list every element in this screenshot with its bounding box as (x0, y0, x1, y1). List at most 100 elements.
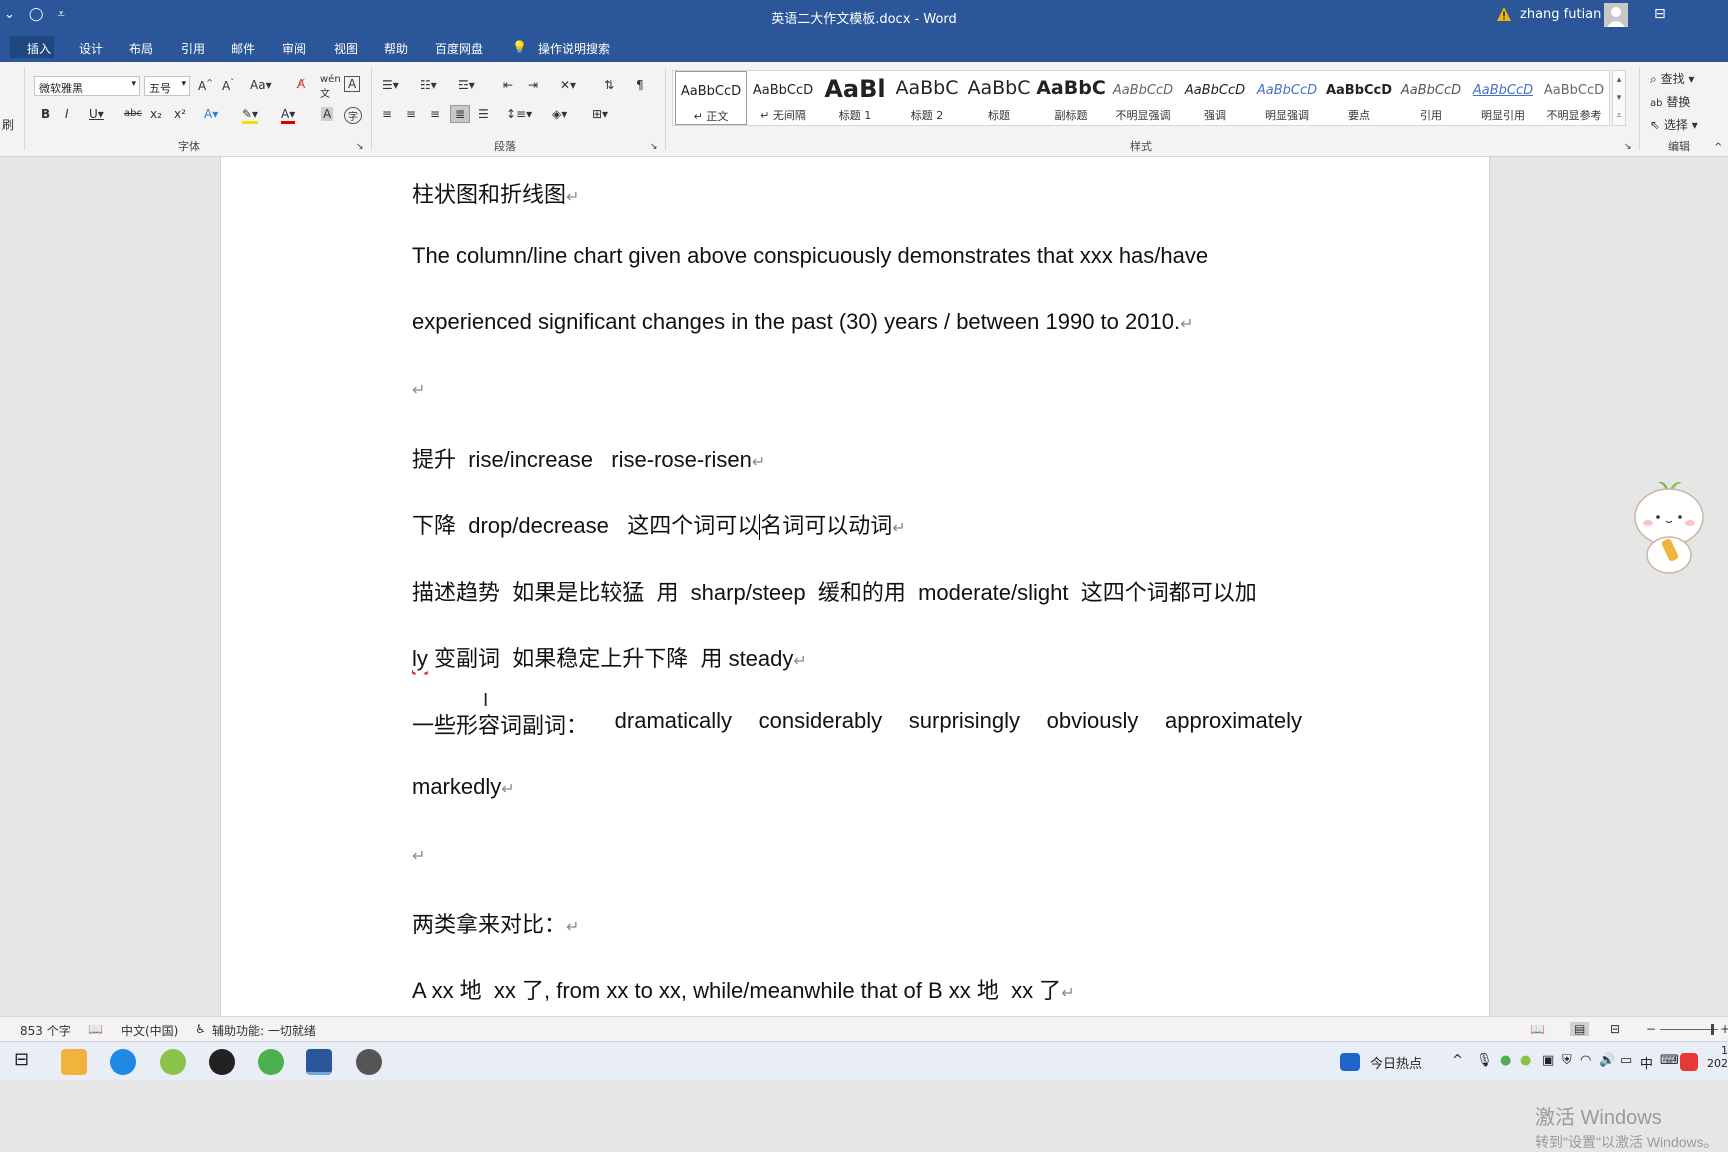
tray-app-icon[interactable]: ● (1500, 1053, 1511, 1068)
subscript-icon[interactable]: x₂ (150, 107, 162, 121)
style-intense-quote[interactable]: AaBbCcD 明显引用 (1467, 71, 1539, 125)
clock[interactable]: 1 202 (1704, 1044, 1728, 1070)
zoom-out-icon[interactable]: − (1646, 1022, 1656, 1036)
wechat-icon[interactable] (258, 1049, 284, 1075)
font-dialog-launcher-icon[interactable]: ↘ (356, 142, 364, 152)
microphone-icon[interactable]: 🎙 (1476, 1053, 1493, 1068)
zoom-slider-thumb[interactable] (1711, 1024, 1714, 1035)
tab-review[interactable]: 审阅 (282, 40, 306, 57)
align-left-icon[interactable]: ≡ (382, 107, 392, 121)
strikethrough-icon[interactable]: abc (124, 108, 142, 119)
replace-button[interactable]: ab 替换 (1650, 93, 1690, 110)
find-button[interactable]: ⌕ 查找 ▾ (1650, 70, 1694, 87)
network-icon[interactable]: ◠ (1580, 1053, 1591, 1068)
paragraph[interactable]: markedly↵ (412, 774, 1302, 800)
print-layout-icon[interactable]: ▤ (1570, 1022, 1590, 1036)
style-quote[interactable]: AaBbCcD 引用 (1395, 71, 1467, 125)
style-emphasis[interactable]: AaBbCcD 强调 (1179, 71, 1251, 125)
show-marks-icon[interactable]: ¶ (636, 78, 644, 92)
enclose-characters-icon[interactable]: 字 (344, 107, 362, 124)
bold-icon[interactable]: B (41, 107, 50, 121)
style-heading-1[interactable]: AaBl 标题 1 (819, 71, 891, 125)
text-effects-icon[interactable]: A▾ (204, 107, 218, 121)
proofing-icon[interactable]: 📖 (88, 1022, 103, 1036)
qq-music-icon[interactable] (160, 1049, 186, 1075)
news-widget[interactable]: 今日热点 (1370, 1053, 1422, 1072)
desktop-mascot-icon[interactable] (1632, 477, 1706, 577)
file-explorer-icon[interactable] (61, 1049, 87, 1075)
input-method-icon[interactable]: ⌨ (1660, 1053, 1679, 1068)
align-center-icon[interactable]: ≡ (406, 107, 416, 121)
justify-icon[interactable]: ≣ (450, 105, 471, 123)
tab-references[interactable]: 引用 (181, 40, 205, 57)
news-icon[interactable] (1340, 1053, 1360, 1071)
word-taskbar-icon[interactable] (306, 1049, 332, 1075)
accessibility-status[interactable]: 辅助功能: 一切就绪 (212, 1022, 316, 1039)
paragraph[interactable]: 两类拿来对比：↵ (412, 907, 1302, 939)
change-case-icon[interactable]: Aa▾ (250, 78, 272, 92)
phonetic-guide-icon[interactable]: wén 文 (320, 74, 341, 100)
font-color-icon[interactable]: A▾ (281, 107, 296, 124)
tray-monitor-icon[interactable]: ▣ (1542, 1053, 1554, 1068)
shading-icon[interactable]: ◈▾ (552, 107, 567, 121)
edge-browser-icon[interactable] (110, 1049, 136, 1075)
read-mode-icon[interactable]: 📖 (1530, 1022, 1545, 1036)
style-title[interactable]: AaBbC 标题 (963, 71, 1035, 125)
font-name-combo[interactable]: 微软雅黑 ▾ (34, 76, 140, 96)
ribbon-display-options-icon[interactable]: ⊟ (1654, 6, 1666, 22)
security-icon[interactable]: ⛨ (1562, 1053, 1572, 1068)
user-name[interactable]: zhang futian (1520, 7, 1601, 22)
style-normal[interactable]: AaBbCcD ↵ 正文 (675, 71, 747, 125)
tab-view[interactable]: 视图 (334, 40, 358, 57)
style-subtitle[interactable]: AaBbC 副标题 (1035, 71, 1107, 125)
tab-help[interactable]: 帮助 (384, 40, 408, 57)
distributed-icon[interactable]: ☰ (478, 107, 489, 121)
paragraph-dialog-launcher-icon[interactable]: ↘ (650, 142, 658, 152)
paragraph[interactable]: ↵ (412, 375, 1302, 401)
style-strong[interactable]: AaBbCcD 要点 (1323, 71, 1395, 125)
tell-me-search[interactable]: 操作说明搜索 (538, 40, 610, 57)
paragraph[interactable]: 提升 rise/increase rise-rose-risen↵ (412, 442, 1302, 474)
tab-mailings[interactable]: 邮件 (231, 40, 255, 57)
sogou-icon[interactable] (1680, 1053, 1698, 1071)
zoom-slider[interactable] (1660, 1029, 1718, 1030)
grow-font-icon[interactable]: A^ (198, 78, 213, 93)
styles-dialog-launcher-icon[interactable]: ↘ (1624, 142, 1632, 152)
paragraph[interactable]: 柱状图和折线图↵ (412, 177, 1302, 209)
document-area[interactable]: 柱状图和折线图↵ The column/line chart given abo… (0, 157, 1728, 1150)
style-intense-emphasis[interactable]: AaBbCcD 明显强调 (1251, 71, 1323, 125)
style-subtle-emphasis[interactable]: AaBbCcD 不明显强调 (1107, 71, 1179, 125)
style-heading-2[interactable]: AaBbC 标题 2 (891, 71, 963, 125)
qq-icon[interactable] (209, 1049, 235, 1075)
battery-icon[interactable]: ▭ (1620, 1053, 1632, 1068)
avatar[interactable] (1604, 3, 1628, 27)
collapse-ribbon-icon[interactable]: ^ (1714, 142, 1722, 153)
web-layout-icon[interactable]: ⊟ (1610, 1022, 1620, 1036)
zoom-in-icon[interactable]: + (1720, 1022, 1728, 1036)
clear-formatting-icon[interactable]: A̸ (297, 77, 305, 91)
underline-icon[interactable]: U▾ (89, 107, 104, 121)
select-button[interactable]: ⇖ 选择 ▾ (1650, 116, 1698, 133)
style-no-spacing[interactable]: AaBbCcD ↵ 无间隔 (747, 71, 819, 125)
show-hidden-icons-icon[interactable]: ^ (1452, 1053, 1463, 1068)
bullets-icon[interactable]: ☰▾ (382, 78, 399, 92)
word-count[interactable]: 853 个字 (20, 1022, 71, 1039)
tab-insert[interactable]: 插入 (27, 40, 51, 57)
ime-indicator[interactable]: 中 (1640, 1053, 1653, 1072)
superscript-icon[interactable]: x² (174, 107, 186, 121)
increase-indent-icon[interactable]: ⇥ (528, 78, 538, 92)
numbering-icon[interactable]: ☷▾ (420, 78, 437, 92)
character-border-icon[interactable]: A (344, 76, 361, 92)
paragraph[interactable]: ↵ (412, 841, 1302, 867)
spellcheck-word[interactable]: ly (412, 646, 428, 671)
highlight-color-icon[interactable]: ✎▾ (242, 107, 259, 124)
shrink-font-icon[interactable]: Aˇ (222, 78, 234, 93)
tab-layout[interactable]: 布局 (129, 40, 153, 57)
multilevel-list-icon[interactable]: ☲▾ (458, 78, 475, 92)
decrease-indent-icon[interactable]: ⇤ (503, 78, 513, 92)
style-subtle-reference[interactable]: AaBbCcD 不明显参考 (1539, 71, 1609, 125)
styles-scroll[interactable]: ▴ ▾ ⩡ (1612, 70, 1626, 126)
chinese-layout-icon[interactable]: ✕▾ (560, 78, 576, 92)
language-indicator[interactable]: 中文(中国) (121, 1022, 178, 1039)
tab-design[interactable]: 设计 (79, 40, 103, 57)
